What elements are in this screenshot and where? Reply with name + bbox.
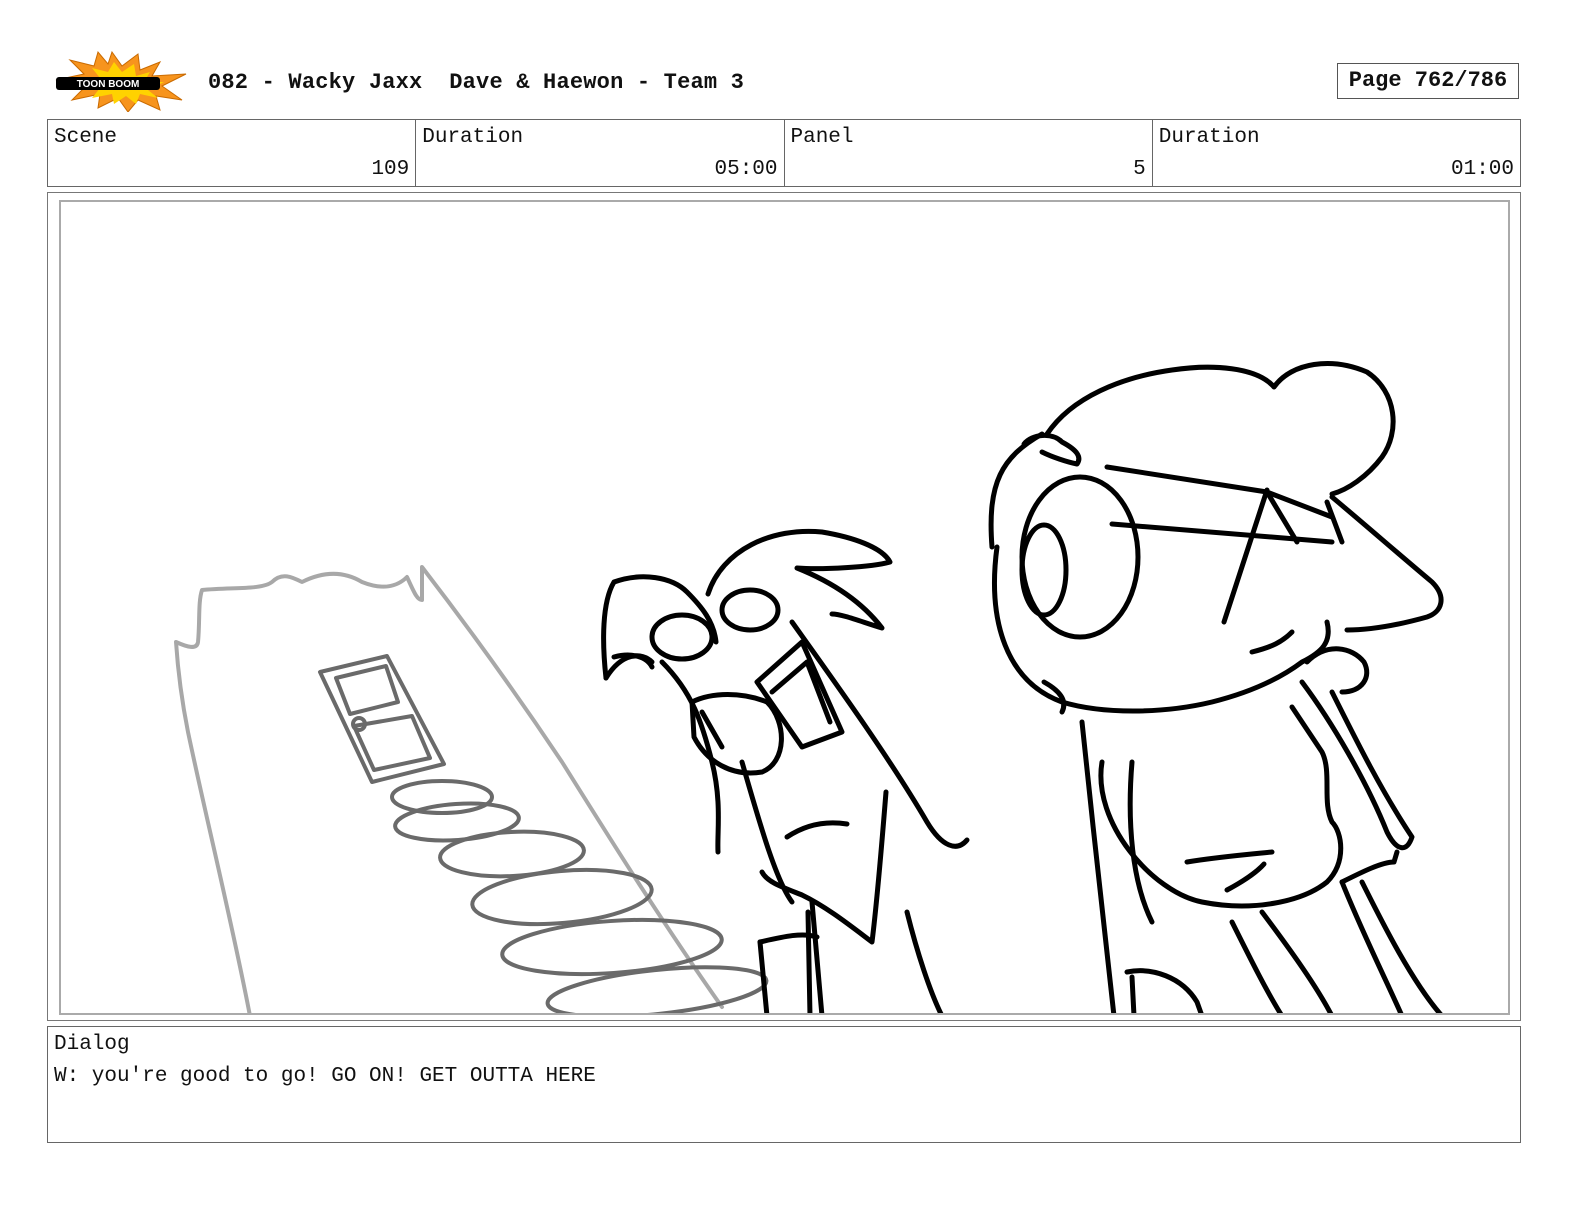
scene-duration-value: 05:00 (714, 158, 778, 181)
toon-boom-logo: TOON BOOM (52, 50, 190, 113)
spiral-trail (390, 779, 769, 1013)
panel-cell: Panel 5 (785, 120, 1153, 186)
small-character-sketch (601, 528, 970, 1013)
storyboard-panel (59, 200, 1510, 1015)
scene-duration-label: Duration (422, 126, 524, 149)
panel-sketch (174, 361, 1444, 1013)
panel-duration-value: 01:00 (1450, 158, 1514, 181)
panel-value: 5 (1133, 158, 1146, 181)
logo-text: TOON BOOM (77, 79, 140, 90)
panel-duration-label: Duration (1158, 126, 1260, 149)
dialog-label: Dialog (54, 1033, 130, 1056)
large-character-sketch (988, 361, 1444, 1013)
info-row: Scene 109 Duration 05:00 Panel 5 Duratio… (47, 119, 1521, 187)
building-sketch (174, 565, 724, 1013)
scene-value: 109 (371, 158, 410, 181)
scene-label: Scene (54, 126, 118, 149)
storyboard-title: 082 - Wacky Jaxx Dave & Haewon - Team 3 (208, 70, 745, 95)
panel-duration-cell: Duration 01:00 (1153, 120, 1520, 186)
door-sketch (318, 654, 446, 784)
dialog-text: W: you're good to go! GO ON! GET OUTTA H… (54, 1065, 596, 1088)
panel-label: Panel (790, 126, 854, 149)
scene-cell: Scene 109 (48, 120, 417, 186)
scene-duration-cell: Duration 05:00 (416, 120, 785, 186)
page-indicator: Page 762/786 (1337, 63, 1519, 99)
dialog-box: Dialog W: you're good to go! GO ON! GET … (47, 1026, 1521, 1143)
